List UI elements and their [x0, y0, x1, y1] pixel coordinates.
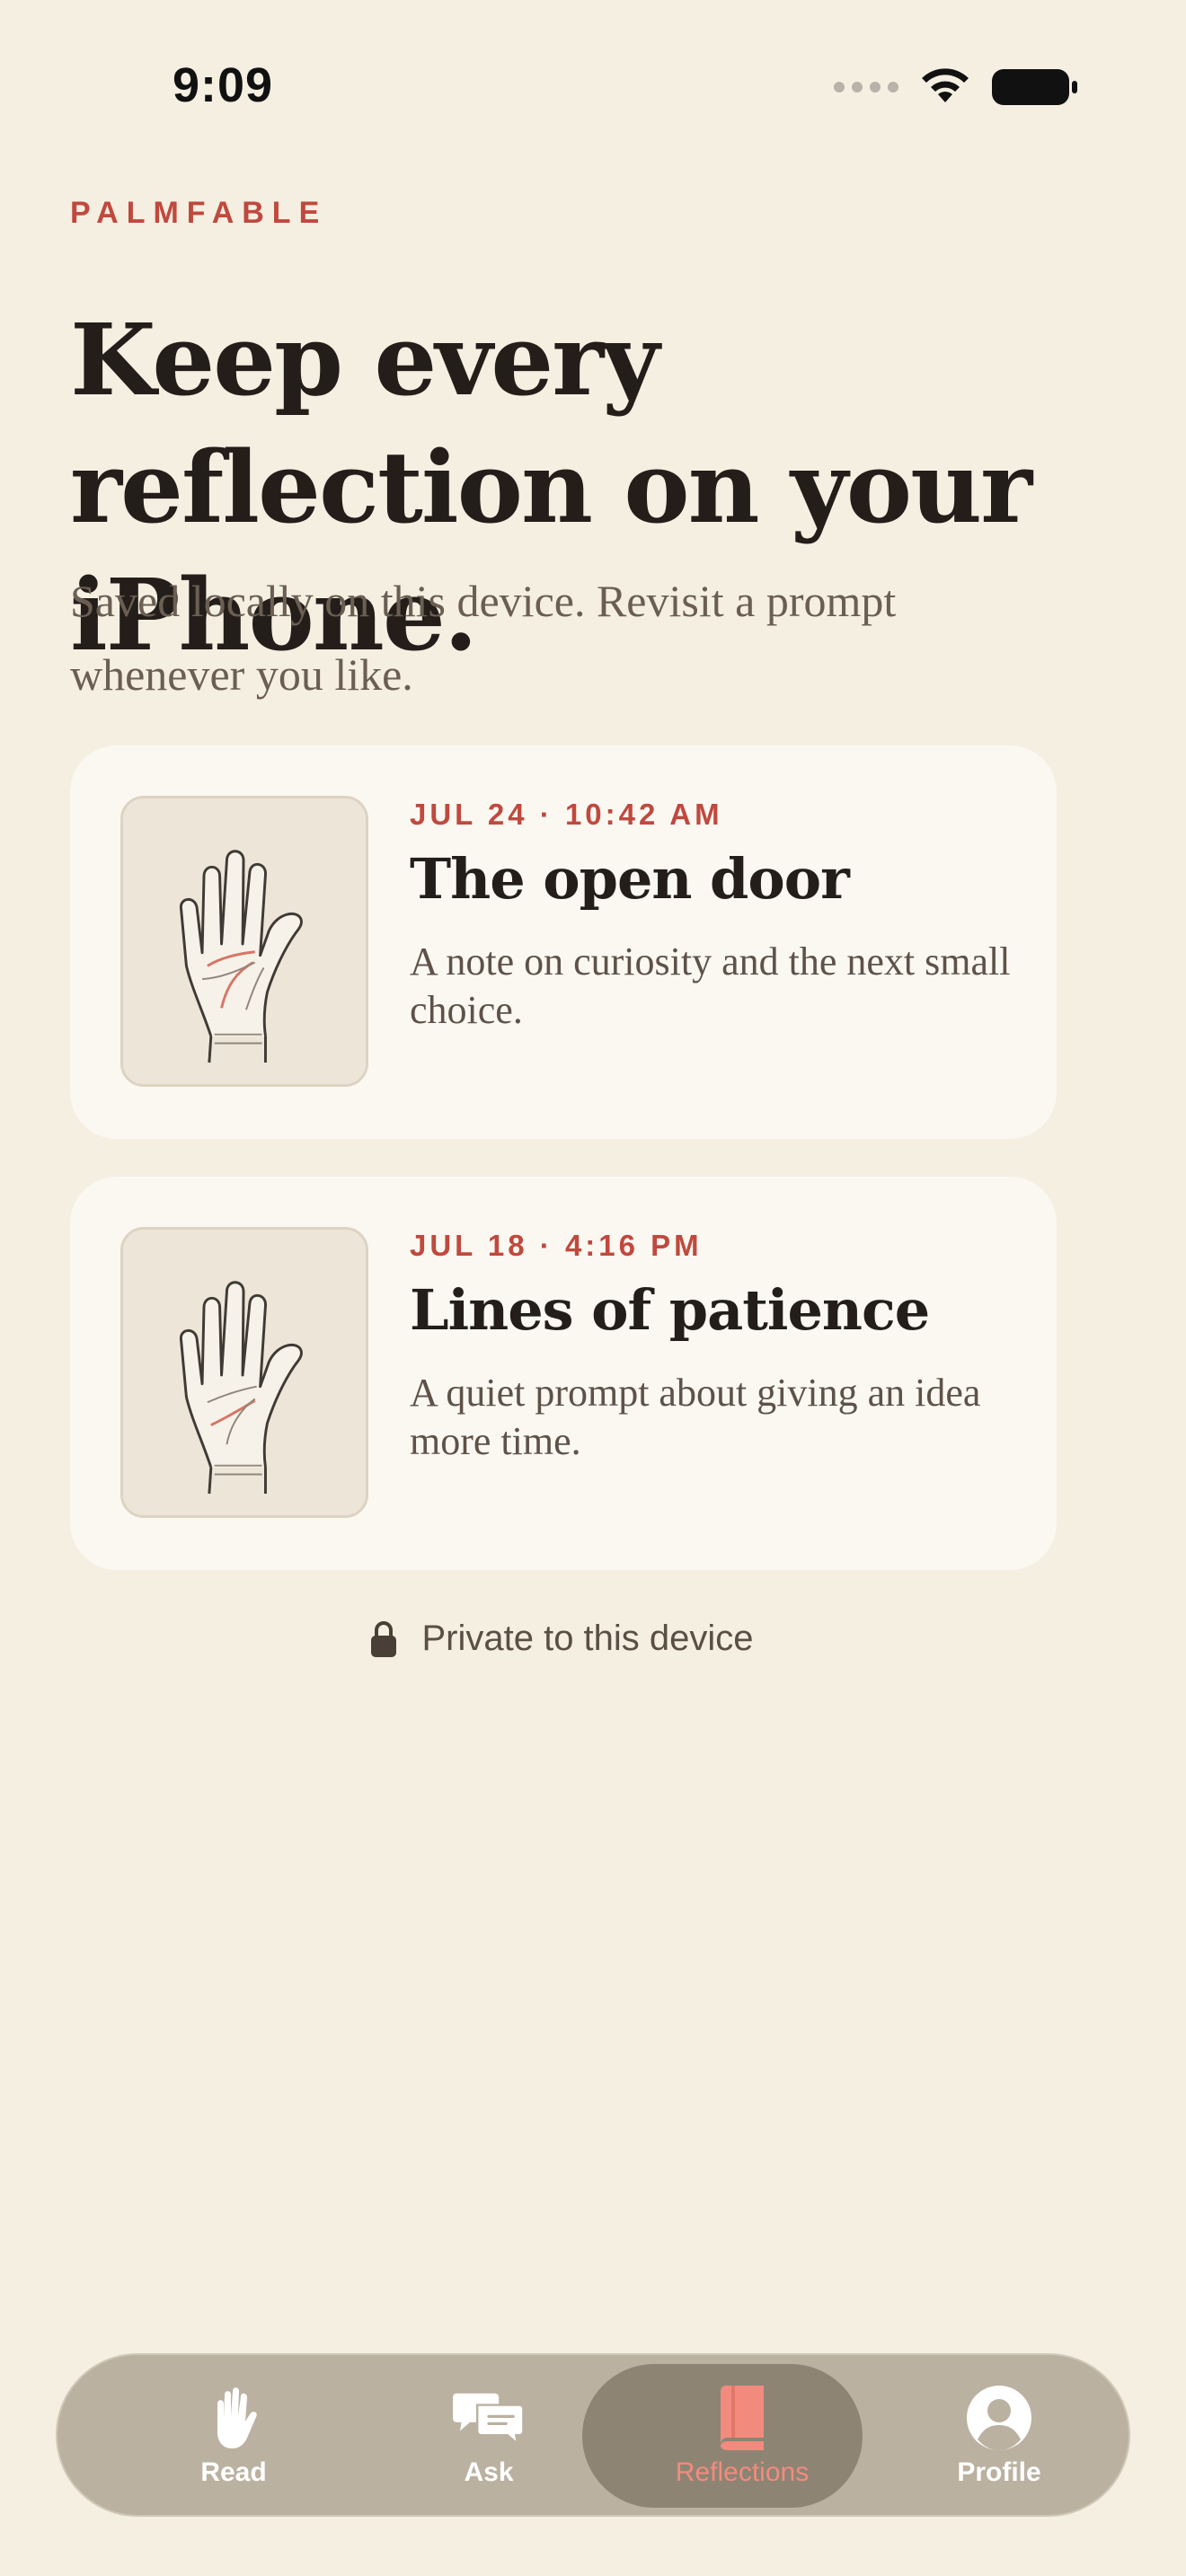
reflection-date: JUL 24 · 10:42 AM [410, 798, 723, 831]
palm-illustration-icon [120, 1227, 368, 1518]
tab-label: Reflections [675, 2457, 810, 2487]
tab-label: Ask [464, 2457, 514, 2487]
lock-icon [371, 1620, 397, 1657]
tab-bar: Read Ask Reflections Profile [56, 2353, 1130, 2517]
reflection-description: A quiet prompt about giving an idea more… [410, 1371, 981, 1463]
privacy-note: Private to this device [0, 1619, 1123, 1659]
brand-name: PALMFABLE [70, 196, 328, 230]
reflection-card[interactable]: JUL 24 · 10:42 AM The open door A note o… [70, 745, 1057, 1139]
tab-ask[interactable]: Ask [354, 2355, 624, 2515]
palm-illustration-icon [120, 796, 368, 1087]
page-subtitle: Saved locally on this device. Revisit a … [70, 576, 897, 700]
tab-label: Read [200, 2457, 267, 2487]
reflection-date: JUL 18 · 4:16 PM [410, 1229, 703, 1262]
status-icons [834, 66, 1078, 108]
status-time: 9:09 [173, 58, 274, 112]
reflection-title: Lines of patience [410, 1277, 930, 1343]
tab-read[interactable]: Read [99, 2355, 368, 2515]
tab-reflections[interactable]: Reflections [607, 2355, 877, 2515]
hand-icon [217, 2387, 257, 2448]
tab-profile[interactable]: Profile [864, 2355, 1134, 2515]
person-circle-icon [967, 2386, 1031, 2450]
privacy-text: Private to this device [421, 1619, 754, 1658]
tab-label: Profile [957, 2457, 1041, 2487]
reflection-title: The open door [410, 846, 850, 912]
chat-bubbles-icon [453, 2393, 525, 2447]
status-bar: 9:09 [0, 0, 1186, 171]
reflection-card[interactable]: JUL 18 · 4:16 PM Lines of patience A qui… [70, 1177, 1057, 1570]
wifi-icon [922, 68, 969, 102]
reflection-description: A note on curiosity and the next small c… [410, 940, 1011, 1032]
book-icon [721, 2386, 764, 2450]
cellular-signal-icon [834, 82, 898, 93]
battery-icon [992, 69, 1077, 105]
